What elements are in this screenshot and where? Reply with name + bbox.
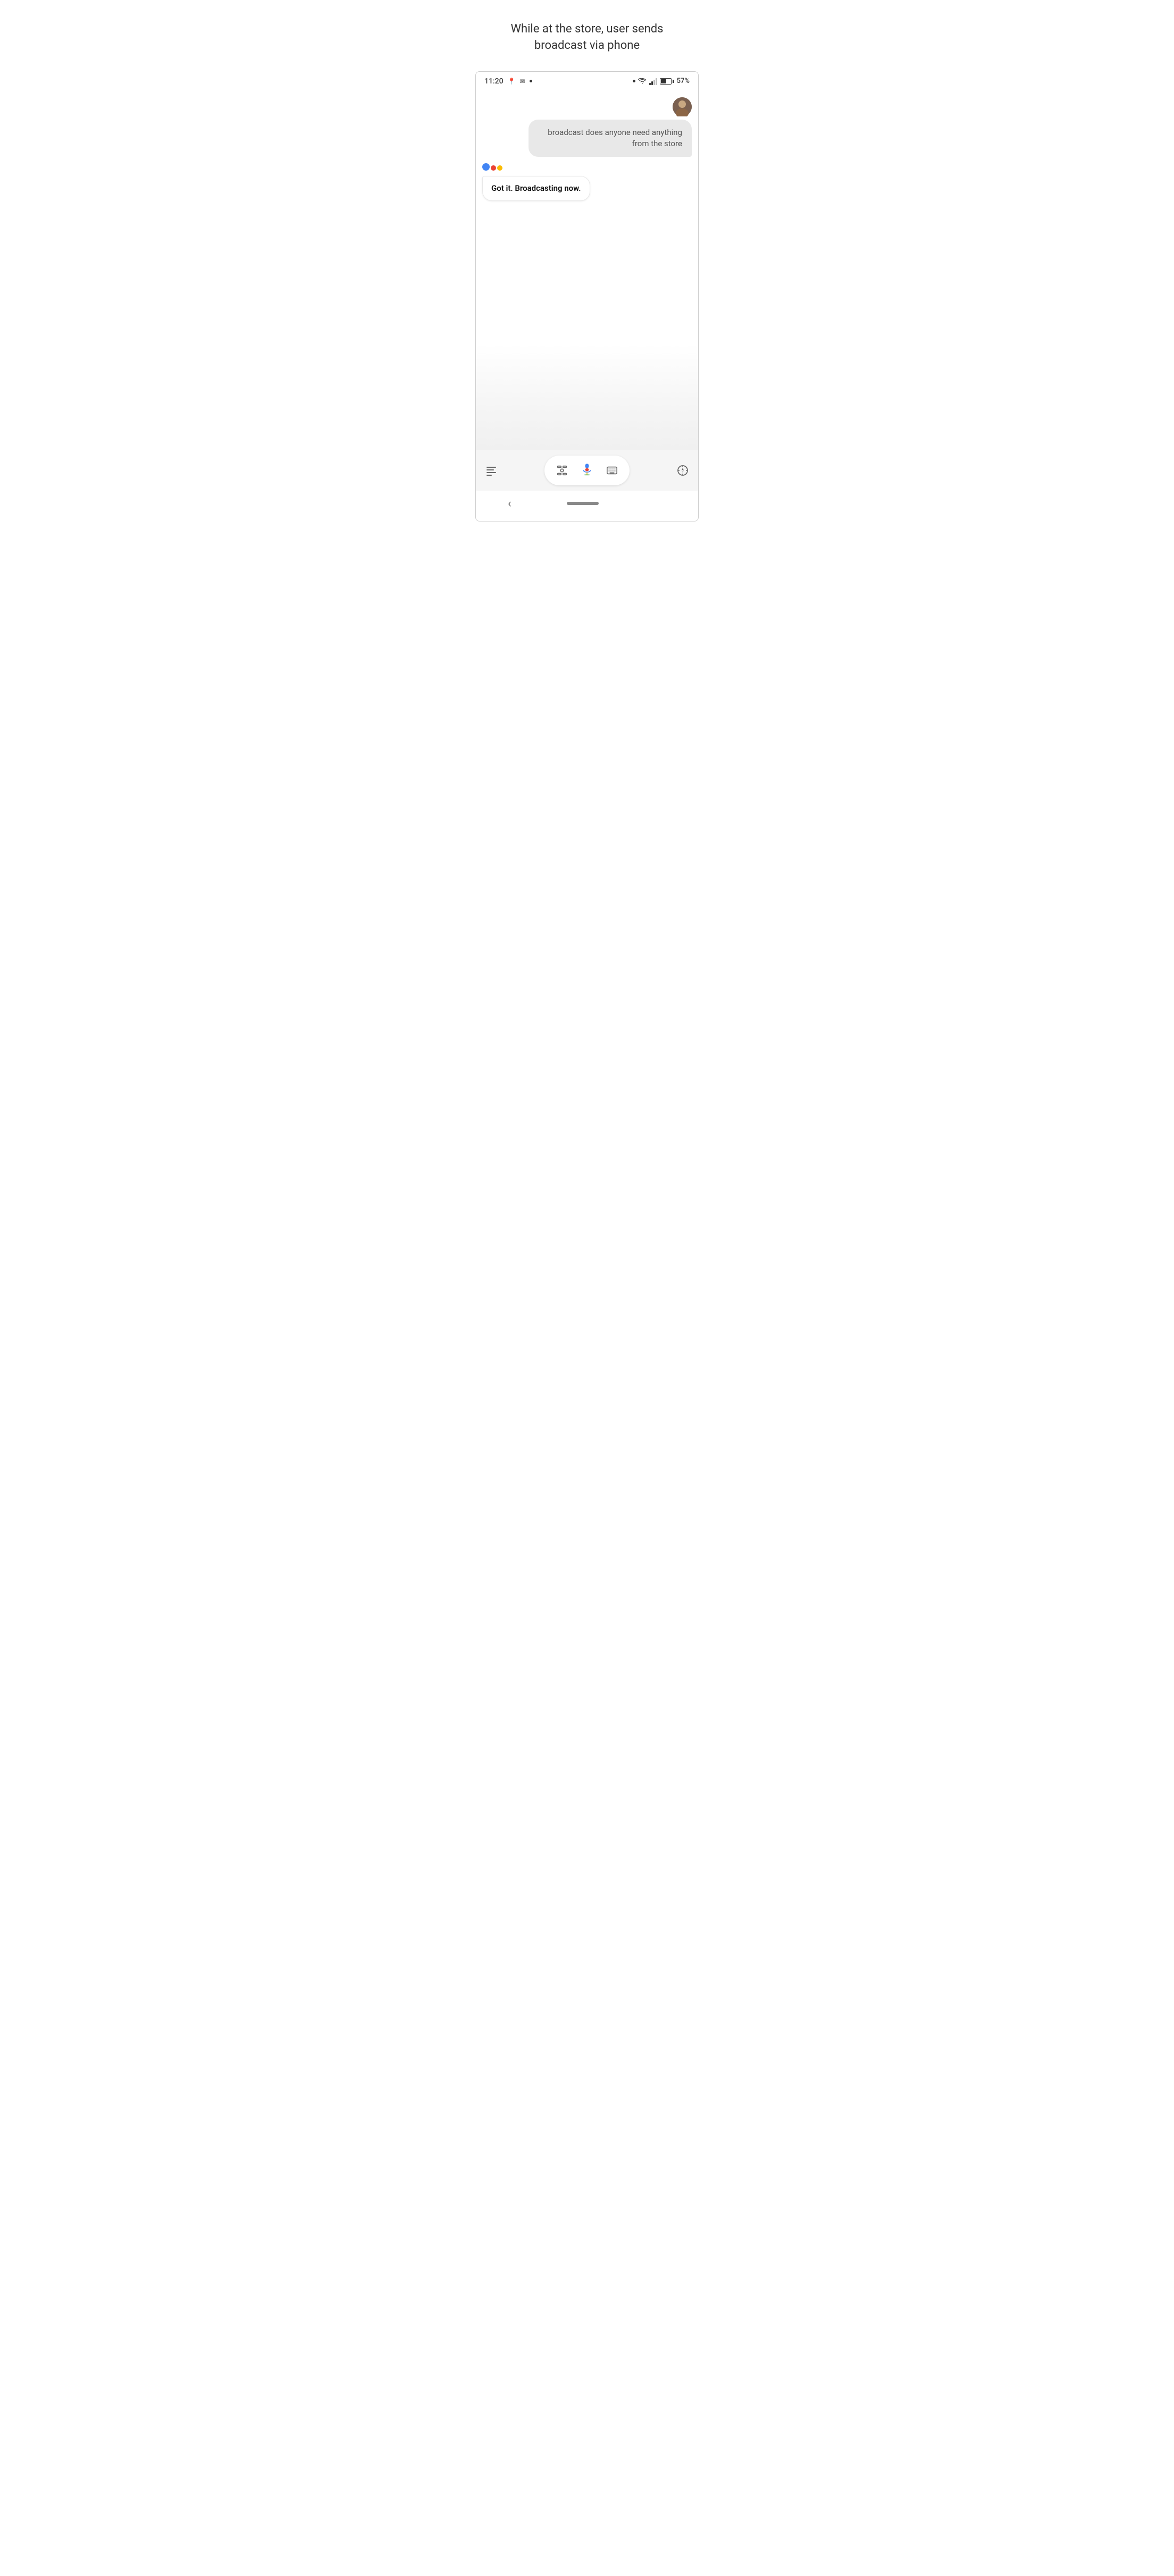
assistant-message-wrapper: Got it. Broadcasting now. [482,163,692,201]
signal-dot [633,80,635,82]
bottom-toolbar [476,450,698,491]
status-dot [530,80,532,82]
title-line-1: While at the store, user sends [510,22,663,36]
navigation-bar: ‹ [476,491,698,521]
chat-fade-area [476,344,698,450]
assistant-message-text: Got it. Broadcasting now. [491,183,581,193]
home-pill[interactable] [567,502,599,505]
avatar-svg [673,97,692,116]
gmail-icon: ✉ [519,78,525,85]
battery-percent: 57% [677,77,690,85]
phone-frame: 11:20 📍 ✉ [475,71,699,521]
assistant-message-bubble: Got it. Broadcasting now. [482,176,590,201]
title-line-2: broadcast via phone [534,39,640,52]
back-button[interactable]: ‹ [508,497,511,510]
screenshot-icon[interactable] [555,464,569,477]
status-time: 11:20 [484,77,504,86]
page-title: While at the store, user sends broadcast… [510,21,663,54]
status-bar-right: 57% [633,77,690,85]
google-dot-red [491,165,496,171]
status-bar-left: 11:20 📍 ✉ [484,77,532,86]
user-message-bubble: broadcast does anyone need anything from… [529,120,692,157]
google-dot-blue [482,163,490,171]
compass-icon[interactable] [676,464,690,477]
location-icon: 📍 [508,78,516,85]
keyboard-icon[interactable] [605,464,619,477]
battery-icon [660,78,674,85]
status-bar: 11:20 📍 ✉ [476,72,698,89]
toolbar-pill [544,456,630,485]
microphone-button[interactable] [577,461,597,480]
user-message-text: broadcast does anyone need anything from… [548,128,682,148]
wifi-icon [638,78,647,85]
user-avatar [673,97,692,116]
user-message-wrapper: broadcast does anyone need anything from… [482,97,692,157]
menu-icon[interactable] [484,464,498,477]
google-assistant-dots [482,163,502,171]
signal-bars-icon [649,78,657,85]
google-dot-yellow [497,165,502,171]
chat-area: broadcast does anyone need anything from… [476,89,698,344]
